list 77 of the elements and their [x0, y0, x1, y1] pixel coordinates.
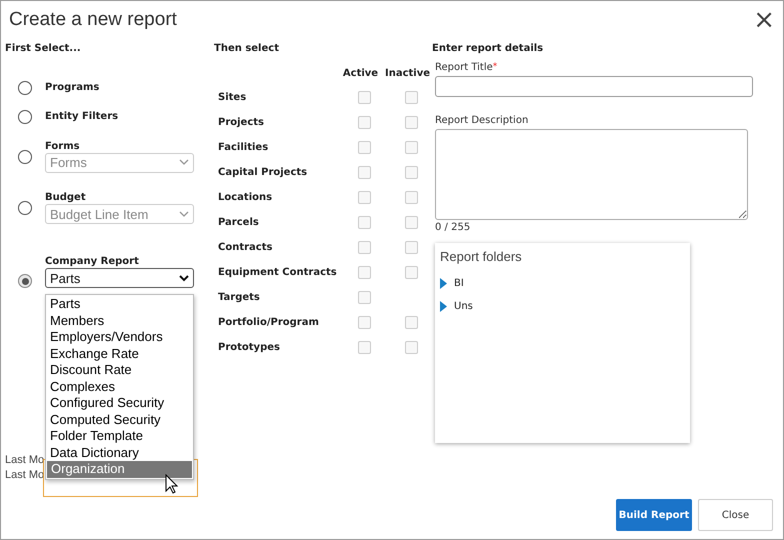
field-label: Last Mo [5, 469, 44, 481]
entity-label: Prototypes [218, 342, 281, 353]
option-label: Entity Filters [45, 111, 118, 122]
checkbox[interactable] [405, 216, 418, 229]
entity-label: Facilities [218, 142, 270, 153]
checkbox[interactable] [358, 316, 371, 329]
checkbox[interactable] [405, 241, 418, 254]
character-counter: 0 / 255 [435, 222, 472, 233]
caret-icon [179, 159, 189, 166]
checkbox[interactable] [358, 241, 371, 254]
menu-item[interactable]: Members [46, 312, 193, 329]
entity-label: Portfolio/Program [218, 317, 320, 328]
entity-label: Contracts [218, 242, 274, 253]
radio-button[interactable] [18, 110, 32, 124]
checkbox[interactable] [405, 116, 418, 129]
checkbox[interactable] [405, 141, 418, 154]
entity-label: Equipment Contracts [218, 267, 338, 278]
field-label: Last Mo [5, 454, 44, 466]
column-header: Active [342, 68, 380, 78]
dialog-title: Create a new report [9, 9, 177, 31]
field-label: Report Description [435, 115, 530, 128]
caret-icon [179, 210, 189, 218]
menu-item[interactable]: Exchange Rate [46, 346, 193, 362]
section-heading: Enter report details [432, 43, 544, 56]
menu-item[interactable]: Employers/Vendors [46, 329, 193, 346]
checkbox[interactable] [405, 91, 418, 104]
menu-item[interactable]: Organization [47, 461, 192, 478]
checkbox[interactable] [405, 191, 418, 204]
checkbox[interactable] [358, 216, 371, 229]
section-heading: First Select... [5, 43, 82, 56]
entity-label: Parcels [218, 217, 260, 228]
checkbox[interactable] [405, 166, 418, 179]
entity-label: Capital Projects [218, 167, 308, 178]
menu-item[interactable]: Complexes [46, 378, 193, 395]
dropdown[interactable]: Parts [45, 268, 194, 288]
close-button[interactable]: Close [698, 499, 773, 531]
menu-item[interactable]: Folder Template [46, 428, 193, 444]
checkbox[interactable] [358, 191, 371, 204]
field-label: Report Title* [435, 62, 498, 75]
menu-item[interactable]: Configured Security [46, 395, 193, 412]
radio-button[interactable] [18, 80, 32, 94]
checkbox[interactable] [358, 141, 371, 154]
entity-label: Projects [218, 117, 266, 128]
checkbox[interactable] [358, 266, 371, 279]
title-input[interactable] [435, 76, 753, 97]
description-textarea[interactable] [435, 129, 748, 220]
checkbox[interactable] [358, 291, 371, 304]
option-label: Forms [45, 140, 81, 152]
menu-item[interactable]: Discount Rate [46, 362, 193, 378]
option-label: Company Report [45, 256, 140, 267]
column-header: Inactive [384, 68, 431, 78]
expand-icon[interactable] [440, 301, 447, 312]
section-heading: Then select [214, 43, 280, 56]
checkbox[interactable] [358, 341, 371, 354]
radio-button[interactable] [18, 274, 32, 288]
option-label: Budget [45, 192, 87, 203]
menu-item[interactable]: Data Dictionary [46, 444, 193, 461]
option-label: Programs [45, 82, 100, 93]
checkbox[interactable] [358, 116, 371, 129]
folder-label[interactable]: Uns [454, 301, 473, 312]
folder-label[interactable]: BI [454, 278, 464, 289]
checkbox[interactable] [358, 166, 371, 179]
expand-icon[interactable] [440, 278, 447, 289]
caret-icon [179, 274, 189, 282]
checkbox[interactable] [358, 91, 371, 104]
entity-label: Targets [218, 292, 261, 303]
menu-item[interactable]: Computed Security [46, 412, 193, 428]
menu-item[interactable]: Parts [46, 296, 193, 312]
checkbox[interactable] [405, 341, 418, 354]
close-button[interactable]: × [753, 9, 775, 31]
entity-label: Locations [218, 192, 274, 203]
checkbox[interactable] [405, 316, 418, 329]
build-report-button[interactable]: Build Report [616, 499, 692, 531]
panel-title: Report folders [440, 249, 523, 264]
checkbox[interactable] [405, 266, 418, 279]
required-mark: * [492, 62, 498, 72]
entity-label: Sites [218, 92, 248, 103]
